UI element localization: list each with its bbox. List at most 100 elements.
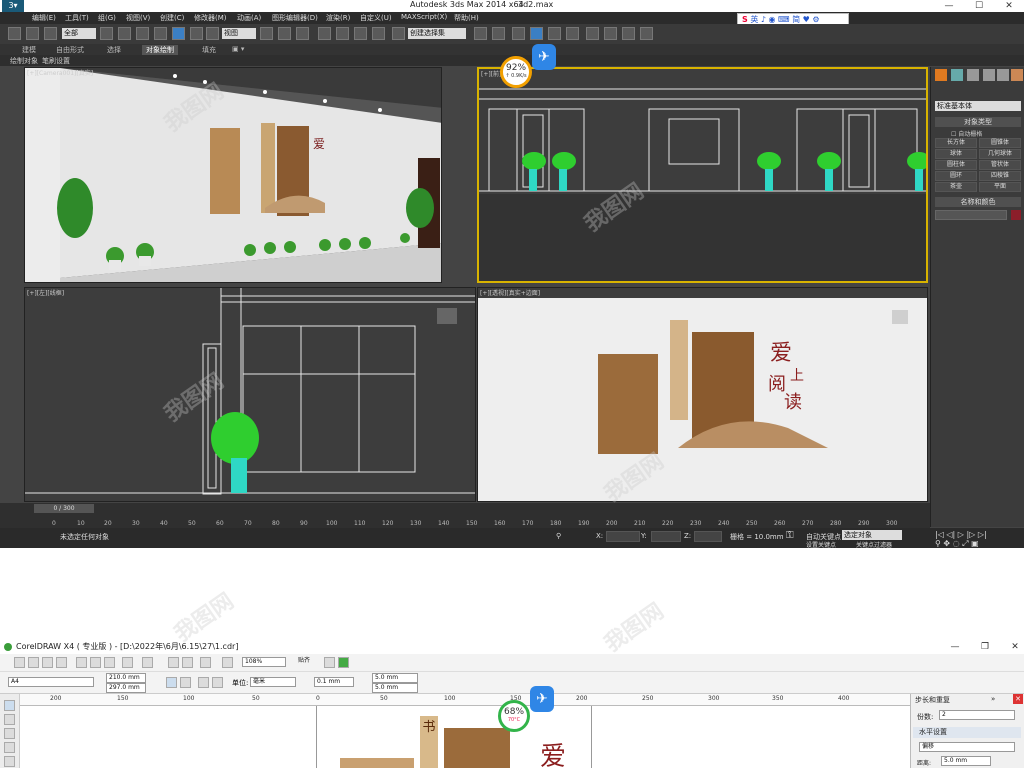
landscape-icon[interactable] bbox=[180, 677, 191, 688]
page-width-input[interactable]: 210.0 mm bbox=[106, 673, 146, 683]
y-field[interactable] bbox=[651, 531, 681, 542]
autogrid-checkbox[interactable]: ☐ 自动栅格 bbox=[951, 129, 982, 138]
link-icon[interactable] bbox=[8, 27, 21, 40]
page-height-input[interactable]: 297.0 mm bbox=[106, 683, 146, 693]
distance-input[interactable]: 5.0 mm bbox=[941, 756, 991, 766]
import-icon[interactable] bbox=[168, 657, 179, 668]
primitive-type-dropdown[interactable]: 标准基本体 bbox=[935, 101, 1021, 111]
angle-snap-icon[interactable] bbox=[336, 27, 349, 40]
menu-animation[interactable]: 动画(A) bbox=[237, 13, 261, 23]
z-field[interactable] bbox=[694, 531, 722, 542]
menu-maxscript[interactable]: MAXScript(X) bbox=[401, 13, 447, 21]
cut-icon[interactable] bbox=[76, 657, 87, 668]
duplicate-y-input[interactable]: 5.0 mm bbox=[372, 683, 418, 693]
schematic-view-icon[interactable] bbox=[566, 27, 579, 40]
menu-rendering[interactable]: 渲染(R) bbox=[326, 13, 350, 23]
mirror-icon[interactable] bbox=[474, 27, 487, 40]
render-setup-icon[interactable] bbox=[604, 27, 617, 40]
btn-torus[interactable]: 圆环 bbox=[935, 171, 977, 181]
render-production-icon[interactable] bbox=[640, 27, 653, 40]
shape-tool-icon[interactable] bbox=[4, 714, 15, 725]
page-size-dropdown[interactable]: A4 bbox=[8, 677, 94, 687]
viewport-front[interactable]: [+][前][线框] bbox=[477, 67, 928, 283]
btn-cylinder[interactable]: 圆柱体 bbox=[935, 160, 977, 170]
edit-named-sel-icon[interactable] bbox=[392, 27, 405, 40]
menu-graph-editors[interactable]: 图形编辑器(D) bbox=[272, 13, 318, 23]
key-filters-button[interactable]: 关键点过滤器 bbox=[856, 540, 892, 549]
hierarchy-tab-icon[interactable] bbox=[967, 69, 979, 81]
ribbon-tab-modeling[interactable]: 建模 bbox=[22, 45, 36, 55]
drawing-canvas[interactable]: 书 爱 bbox=[20, 706, 910, 772]
btn-teapot[interactable]: 茶壶 bbox=[935, 182, 977, 192]
zoom-level-dropdown[interactable]: 108% bbox=[242, 657, 286, 667]
rect-selection-icon[interactable] bbox=[136, 27, 149, 40]
reference-coord-dropdown[interactable]: 视图 bbox=[222, 28, 256, 39]
playback-controls[interactable]: |◁ ◁| ▷ |▷ ▷| bbox=[935, 530, 987, 539]
open-icon[interactable] bbox=[28, 657, 39, 668]
viewport-perspective[interactable]: 爱 上 阅 读 [+][透视][真实+边面] bbox=[477, 287, 928, 502]
layer-manager-icon[interactable] bbox=[512, 27, 525, 40]
menu-help[interactable]: 帮助(H) bbox=[454, 13, 479, 23]
duplicate-x-input[interactable]: 5.0 mm bbox=[372, 673, 418, 683]
ribbon-paint-objects[interactable]: 绘制对象 bbox=[10, 56, 38, 66]
x-field[interactable] bbox=[606, 531, 640, 542]
export-icon[interactable] bbox=[182, 657, 193, 668]
viewport-left[interactable]: [+][左][线框] bbox=[24, 287, 476, 502]
corel-minimize-icon[interactable]: — bbox=[940, 641, 970, 653]
artwork-panel-left[interactable] bbox=[340, 758, 414, 768]
ribbon-tab-selection[interactable]: 选择 bbox=[107, 45, 121, 55]
keyboard-shortcut-icon[interactable] bbox=[296, 27, 309, 40]
minimize-icon[interactable]: — bbox=[934, 0, 964, 12]
close-icon[interactable]: ✕ bbox=[994, 0, 1024, 12]
portrait-icon[interactable] bbox=[166, 677, 177, 688]
corel-restore-icon[interactable]: ❐ bbox=[970, 641, 1000, 653]
units-dropdown[interactable]: 毫米 bbox=[250, 677, 296, 687]
print-icon[interactable] bbox=[56, 657, 67, 668]
object-color-swatch[interactable] bbox=[1011, 210, 1021, 220]
menu-tools[interactable]: 工具(T) bbox=[65, 13, 89, 23]
btn-sphere[interactable]: 球体 bbox=[935, 149, 977, 159]
select-move-icon[interactable] bbox=[172, 27, 185, 40]
curve-editor-icon[interactable] bbox=[548, 27, 561, 40]
welcome-screen-icon[interactable] bbox=[222, 657, 233, 668]
ribbon-options-icon[interactable]: ▣ ▾ bbox=[232, 45, 244, 53]
artwork-title[interactable]: 爱 bbox=[540, 736, 566, 773]
viewport-label-perspective[interactable]: [+][透视][真实+边面] bbox=[480, 288, 540, 297]
app-launcher-icon[interactable] bbox=[200, 657, 211, 668]
snaps-toggle-icon[interactable] bbox=[318, 27, 331, 40]
btn-pyramid[interactable]: 四棱锥 bbox=[979, 171, 1021, 181]
horizontal-settings-header[interactable]: 水平设置 bbox=[913, 727, 1021, 738]
maximize-icon[interactable]: ☐ bbox=[964, 0, 994, 12]
docker-collapse-icon[interactable]: » bbox=[991, 695, 995, 703]
btn-box[interactable]: 长方体 bbox=[935, 138, 977, 148]
utilities-tab-icon[interactable] bbox=[1011, 69, 1023, 81]
graphite-tools-icon[interactable] bbox=[530, 27, 543, 40]
current-page-icon[interactable] bbox=[212, 677, 223, 688]
viewport-nav-icons[interactable]: ⚲ ✥ ◌ ⤢ ▣ bbox=[935, 539, 979, 549]
select-rotate-icon[interactable] bbox=[190, 27, 203, 40]
copy-icon[interactable] bbox=[90, 657, 101, 668]
redo-icon[interactable] bbox=[142, 657, 153, 668]
name-color-header[interactable]: 名称和颜色 bbox=[935, 197, 1021, 207]
percent-snap-icon[interactable] bbox=[354, 27, 367, 40]
spinner-snap-icon[interactable] bbox=[372, 27, 385, 40]
menu-edit[interactable]: 编辑(E) bbox=[32, 13, 56, 23]
pick-tool-icon[interactable] bbox=[4, 700, 15, 711]
display-tab-icon[interactable] bbox=[997, 69, 1009, 81]
rendered-frame-icon[interactable] bbox=[622, 27, 635, 40]
ribbon-tab-populate[interactable]: 填充 bbox=[202, 45, 216, 55]
menu-create[interactable]: 创建(C) bbox=[160, 13, 184, 23]
menu-view[interactable]: 视图(V) bbox=[126, 13, 150, 23]
freehand-tool-icon[interactable] bbox=[4, 756, 15, 767]
select-object-icon[interactable] bbox=[100, 27, 113, 40]
named-selection-dropdown[interactable]: 创建选择集 bbox=[408, 28, 466, 39]
snap-to-dropdown[interactable]: 贴齐 bbox=[296, 657, 322, 667]
options-icon[interactable] bbox=[324, 657, 335, 668]
btn-tube[interactable]: 管状体 bbox=[979, 160, 1021, 170]
corel-close-icon[interactable]: ✕ bbox=[1000, 641, 1024, 653]
btn-plane[interactable]: 平面 bbox=[979, 182, 1021, 192]
set-key-icon[interactable]: ⚿ bbox=[786, 530, 794, 541]
lock-selection-icon[interactable]: ⚲ bbox=[556, 532, 561, 540]
undo-icon[interactable] bbox=[122, 657, 133, 668]
crop-tool-icon[interactable] bbox=[4, 728, 15, 739]
